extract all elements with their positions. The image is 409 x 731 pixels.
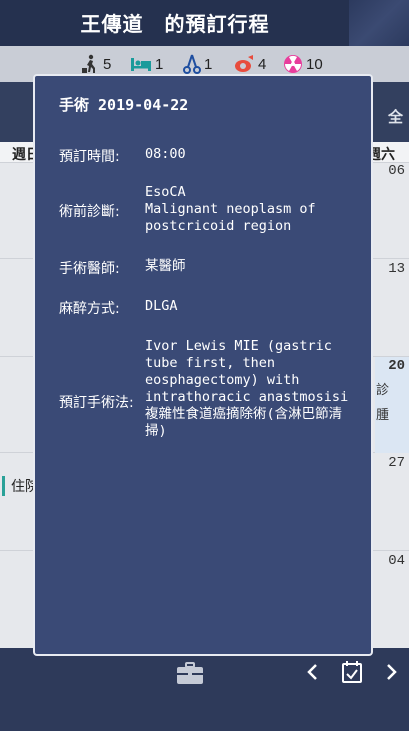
stat-outpatient[interactable]: 5	[80, 54, 111, 74]
procedure-value: Ivor Lewis MIE (gastric tube first, then…	[145, 338, 349, 439]
day-number[interactable]: 06	[388, 163, 405, 179]
stat-inpatient-count: 1	[155, 55, 164, 73]
briefcase-button[interactable]	[176, 662, 204, 690]
day-number[interactable]: 13	[388, 261, 405, 277]
anesthesia-value: DLGA	[145, 298, 178, 314]
stat-radiation-count: 10	[306, 55, 323, 73]
calendar-check-icon	[342, 661, 362, 683]
chevron-right-icon	[387, 664, 397, 680]
event-snippet[interactable]: 診	[376, 379, 389, 398]
stat-outpatient-count: 5	[103, 55, 112, 73]
stat-inpatient[interactable]: 1	[130, 54, 163, 74]
calendar-today-button[interactable]	[341, 660, 363, 688]
stat-surgery-count: 1	[204, 55, 213, 73]
diagnosis-value: EsoCA Malignant neoplasm of postcricoid …	[145, 184, 316, 234]
day-number[interactable]: 27	[388, 455, 405, 471]
popup-title: 手術 2019-04-22	[59, 96, 189, 114]
previous-button[interactable]	[306, 662, 320, 688]
surgical-scissors-icon	[183, 54, 201, 74]
day-number-today[interactable]: 20	[388, 358, 405, 374]
stat-surgery[interactable]: 1	[183, 54, 212, 74]
stat-anesthesia-count: 4	[258, 55, 267, 73]
all-button[interactable]: 全	[388, 106, 403, 127]
time-label: 預訂時間:	[59, 149, 120, 165]
surgery-detail-popup[interactable]: 手術 2019-04-22 預訂時間: 08:00 術前診斷: EsoCA Ma…	[33, 74, 373, 656]
radiation-icon	[284, 55, 302, 73]
doctor-label: 手術醫師:	[59, 261, 120, 277]
briefcase-icon	[177, 662, 203, 684]
stat-radiation[interactable]: 10	[283, 54, 323, 74]
header: 王傳道 的預訂行程	[0, 0, 409, 46]
walking-person-icon	[82, 54, 95, 73]
next-button[interactable]	[384, 662, 398, 688]
anesthesia-label: 麻醉方式:	[59, 301, 120, 317]
anesthesia-icon	[235, 55, 253, 72]
doctor-value: 某醫師	[145, 258, 186, 274]
day-number[interactable]: 04	[388, 553, 405, 569]
chevron-left-icon	[307, 664, 317, 680]
stat-anesthesia[interactable]: 4	[233, 54, 266, 74]
event-snippet[interactable]: 腫	[376, 404, 389, 423]
header-decoration	[349, 0, 409, 46]
time-value: 08:00	[145, 146, 186, 162]
procedure-label: 預訂手術法:	[59, 395, 134, 411]
page-title: 王傳道 的預訂行程	[80, 12, 270, 36]
hospital-bed-icon	[131, 58, 151, 71]
diagnosis-label: 術前診斷:	[59, 204, 120, 220]
